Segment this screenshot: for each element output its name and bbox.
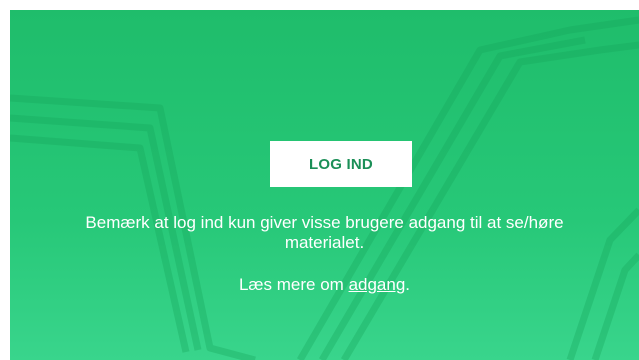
read-more-line: Læs mere om adgang. <box>60 275 589 295</box>
read-more-prefix: Læs mere om <box>238 275 349 294</box>
access-link[interactable]: adgang <box>349 275 406 294</box>
login-panel: LOG IND Bemærk at log ind kun giver viss… <box>10 10 639 360</box>
read-more-suffix: . <box>405 275 411 294</box>
login-button[interactable]: LOG IND <box>270 141 412 187</box>
login-content: LOG IND Bemærk at log ind kun giver viss… <box>10 10 639 360</box>
access-notice: Bemærk at log ind kun giver visse bruger… <box>85 213 564 252</box>
